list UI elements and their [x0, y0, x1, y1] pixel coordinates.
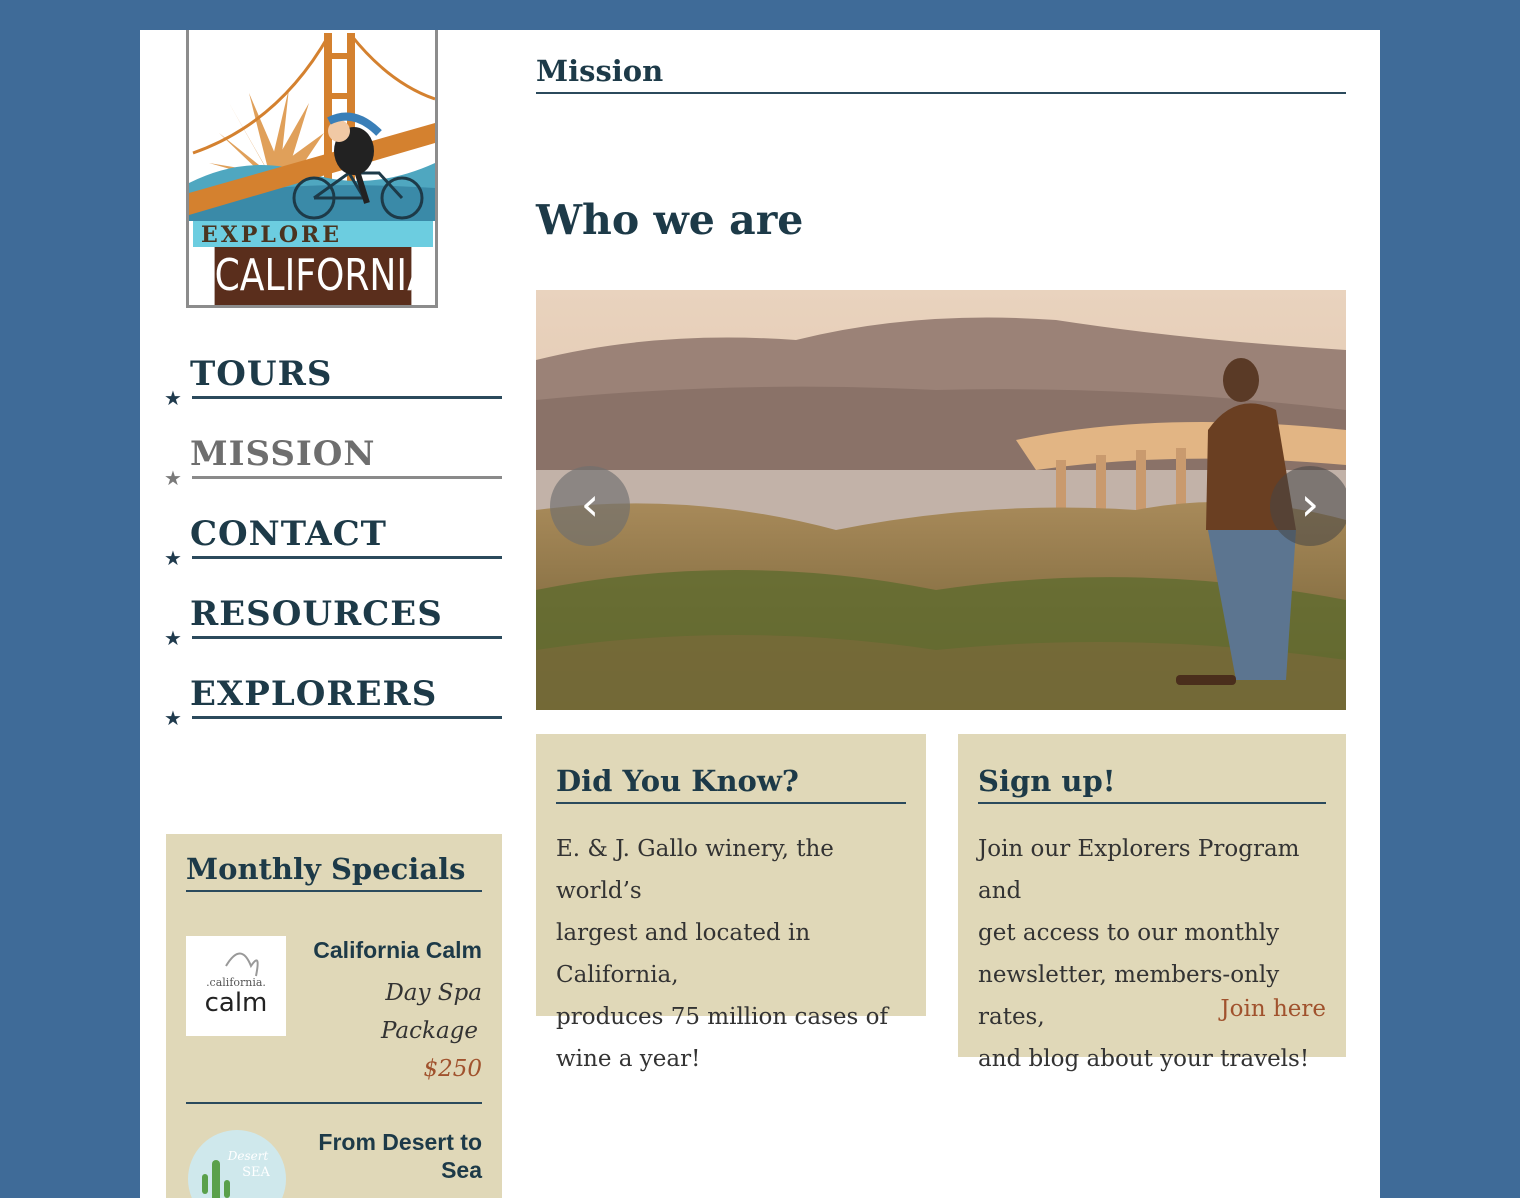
nav-item-label: TOURS [190, 354, 333, 394]
did-you-know-title: Did You Know? [556, 764, 906, 804]
logo-explore-text: EXPLORE [193, 221, 433, 248]
nav-item-explorers[interactable]: ★ EXPLORERS [164, 670, 504, 750]
nav-item-contact[interactable]: ★ CONTACT [164, 510, 504, 590]
sign-up-panel: Sign up! Join our Explorers Program and … [958, 734, 1346, 1072]
nav-underline [192, 716, 502, 719]
nav-underline [192, 476, 502, 479]
monthly-specials-panel: Monthly Specials .california. calm Calif… [166, 834, 502, 1198]
desert-to-sea-logo: Desert SEA [202, 1149, 270, 1198]
star-icon: ★ [164, 546, 182, 570]
specials-divider [186, 1102, 482, 1104]
page-title: Who we are [536, 196, 804, 244]
nav-item-tours[interactable]: ★ TOURS [164, 350, 504, 430]
svg-text:calm: calm [205, 988, 268, 1018]
main-nav: ★ TOURS ★ MISSION ★ CONTACT ★ RESOURCES … [164, 350, 504, 750]
special-description: Package [380, 1018, 478, 1044]
logo-california-text: CALIFORNIA [214, 247, 432, 305]
california-calm-thumbnail[interactable]: .california. calm [186, 936, 286, 1036]
sign-up-title: Sign up! [978, 764, 1326, 804]
did-you-know-line: produces 75 million cases of [556, 1004, 888, 1030]
special-price: $250 [423, 1056, 482, 1082]
chevron-right-icon: › [1300, 477, 1320, 531]
sign-up-line: and blog about your travels! [978, 1046, 1310, 1072]
did-you-know-text: E. & J. Gallo winery, the world’s larges… [556, 828, 926, 1080]
page-breadcrumb: Mission [536, 54, 1346, 94]
nav-underline [192, 636, 502, 639]
star-icon: ★ [164, 706, 182, 730]
chevron-left-icon: ‹ [580, 477, 600, 531]
nav-item-mission[interactable]: ★ MISSION [164, 430, 504, 510]
nav-underline [192, 556, 502, 559]
did-you-know-line: wine a year! [556, 1046, 701, 1072]
special-name[interactable]: California Calm [282, 936, 482, 964]
special-name[interactable]: Sea [282, 1156, 482, 1184]
sign-up-text: Join our Explorers Program and get acces… [978, 828, 1346, 1080]
coastal-hiker-photo [536, 290, 1346, 710]
nav-item-label: CONTACT [190, 514, 387, 554]
nav-underline [192, 396, 502, 399]
svg-text:SEA: SEA [242, 1165, 270, 1180]
desert-to-sea-thumbnail[interactable]: Desert SEA [188, 1130, 286, 1198]
explore-california-logo[interactable]: EXPLORE CALIFORNIA [186, 30, 438, 308]
sign-up-line: get access to our monthly [978, 920, 1280, 946]
did-you-know-line: largest and located in California, [556, 920, 811, 988]
specials-title: Monthly Specials [186, 852, 482, 892]
nav-item-label: RESOURCES [190, 594, 443, 634]
nav-item-label: MISSION [190, 434, 376, 474]
did-you-know-line: E. & J. Gallo winery, the world’s [556, 836, 834, 904]
did-you-know-panel: Did You Know? E. & J. Gallo winery, the … [536, 734, 926, 1072]
sign-up-line: Join our Explorers Program and [978, 836, 1300, 904]
star-icon: ★ [164, 626, 182, 650]
page-container: EXPLORE CALIFORNIA ★ TOURS ★ MISSION ★ C… [140, 30, 1380, 1198]
nav-item-resources[interactable]: ★ RESOURCES [164, 590, 504, 670]
svg-text:Desert: Desert [227, 1149, 269, 1163]
carousel-prev-button[interactable]: ‹ [550, 466, 630, 546]
join-here-link[interactable]: Join here [1220, 996, 1326, 1022]
carousel-next-button[interactable]: › [1270, 466, 1346, 546]
nav-item-label: EXPLORERS [190, 674, 438, 714]
star-icon: ★ [164, 466, 182, 490]
special-description: Day Spa [385, 980, 482, 1006]
image-carousel: ‹ › [536, 290, 1346, 710]
special-name[interactable]: From Desert to [282, 1128, 482, 1156]
california-calm-logo: .california. calm [205, 952, 268, 1018]
star-icon: ★ [164, 386, 182, 410]
